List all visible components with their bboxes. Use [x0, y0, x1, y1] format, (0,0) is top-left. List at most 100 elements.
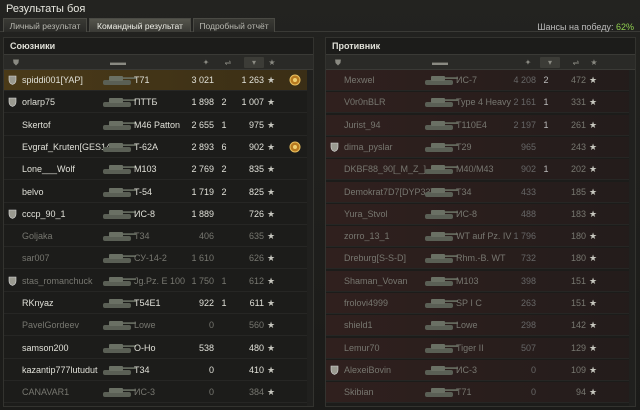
star-icon: ★ — [267, 275, 276, 286]
table-row[interactable]: V0r0nBLR Type 4 Heavy 2 161 1 331 ★ — [326, 92, 635, 114]
xp-value: 243 — [570, 141, 586, 152]
table-row[interactable]: zorro_13_1 WT auf Pz. IV 1 796 180 ★ — [326, 226, 635, 248]
sort-tank-button[interactable]: ▬▬ — [430, 57, 450, 68]
sort-xp-button[interactable]: ⇌ — [566, 57, 586, 68]
tank-silhouette-icon — [100, 185, 138, 199]
table-row[interactable]: dima_pyslar T29 965 243 ★ — [326, 136, 635, 158]
sort-xp-button[interactable]: ▾ — [244, 57, 264, 68]
sort-platoon-button[interactable]: ⛊ — [6, 57, 26, 68]
star-icon: ★ — [267, 186, 276, 197]
star-icon: ★ — [589, 75, 598, 85]
sort-damage-button[interactable]: ✦ — [518, 57, 538, 68]
sort-frags-button[interactable]: ▾ — [540, 57, 560, 68]
frags-value — [218, 75, 230, 86]
star-icon: ★ — [267, 320, 276, 331]
player-name: Dreburg[S-S-D] — [344, 253, 407, 264]
damage-value: 538 — [198, 342, 214, 353]
frags-value — [540, 320, 552, 331]
xp-value: 902 — [248, 141, 264, 152]
table-row[interactable]: frolovi4999 SP I C 263 151 ★ — [326, 293, 635, 314]
sort-tank-button[interactable]: ▬▬ — [108, 57, 128, 68]
allies-panel: Союзники ⛊ ▬▬ ✦ ⇌ ▾ ★ spiddi001[YAP] T71 3… — [3, 37, 314, 407]
table-row[interactable]: AlexeiBovin ИС-3 0 109 ★ — [326, 359, 635, 381]
sort-star-button[interactable]: ★ — [262, 57, 282, 68]
table-row[interactable]: Yura_Stvol ИС-8 488 183 ★ — [326, 203, 635, 225]
player-name: belvo — [22, 186, 44, 197]
enemies-scrollbar[interactable] — [629, 70, 635, 406]
table-row[interactable]: cccp_90_1 ИС-8 1 889 726 ★ — [4, 204, 313, 225]
frags-value — [218, 387, 230, 398]
tab-personal-result[interactable]: Личный результат — [3, 18, 87, 32]
tank-name: Lowe — [134, 320, 156, 331]
table-row[interactable]: DKBF88_90[_M_Z_] M40/M43 902 1 202 ★ — [326, 159, 635, 181]
xp-value: 612 — [248, 275, 264, 286]
table-row[interactable]: Lemur70 Tiger II 507 129 ★ — [326, 337, 635, 359]
tank-silhouette-icon — [100, 95, 138, 109]
window-title: Результаты боя — [6, 3, 86, 15]
table-row[interactable]: Shaman_Vovan M103 398 151 ★ — [326, 270, 635, 292]
platoon-shield-icon — [8, 164, 18, 175]
tank-silhouette-icon — [100, 140, 138, 154]
star-icon: ★ — [589, 186, 598, 197]
table-row[interactable]: samson200 O-Ho 538 480 ★ — [4, 338, 313, 359]
table-row[interactable]: orlarp75 ПТТБ 1 898 2 1 007 ★ — [4, 92, 313, 114]
sort-damage-button[interactable]: ✦ — [196, 57, 216, 68]
tank-name: T34 — [456, 186, 472, 197]
tank-name: T-62A — [134, 141, 159, 152]
table-row[interactable]: kazantip777lutudut T34 0 410 ★ — [4, 360, 313, 381]
player-name: zorro_13_1 — [344, 231, 390, 242]
sort-star-button[interactable]: ★ — [584, 57, 604, 68]
table-row[interactable]: Evgraf_Kruten[GES14] T-62A 2 893 6 902 ★ — [4, 137, 313, 158]
battle-results-window: Результаты боя Личный результат Командны… — [0, 0, 640, 410]
sort-platoon-button[interactable]: ⛊ — [328, 57, 348, 68]
damage-value: 0 — [208, 364, 214, 375]
player-name: RKnyaz — [22, 298, 54, 308]
table-row[interactable]: Lone___Wolf M103 2 769 2 835 ★ — [4, 159, 313, 181]
table-row[interactable]: PavelGordeev Lowe 0 560 ★ — [4, 315, 313, 337]
platoon-shield-icon — [8, 387, 18, 398]
tank-silhouette-icon — [422, 296, 460, 310]
table-row[interactable]: spiddi001[YAP] T71 3 021 1 263 ★ — [4, 70, 313, 91]
table-row[interactable]: Skibian T71 0 94 ★ — [326, 382, 635, 404]
table-row[interactable]: shield1 Lowe 298 142 ★ — [326, 315, 635, 337]
platoon-shield-icon — [330, 320, 340, 331]
platoon-shield-icon — [330, 75, 340, 86]
table-row[interactable]: Demokrat7D7[DYP33] T34 433 185 ★ — [326, 181, 635, 203]
xp-value: 185 — [570, 186, 586, 197]
player-name: shield1 — [344, 320, 373, 331]
tank-name: T71 — [134, 75, 150, 85]
medal-icon — [288, 73, 302, 87]
table-row[interactable]: Jurist_94 T110E4 2 197 1 261 ★ — [326, 114, 635, 136]
table-row[interactable]: RKnyaz T54E1 922 1 611 ★ — [4, 293, 313, 314]
tank-name: T54E1 — [134, 298, 161, 308]
win-chance: Шансы на победу: 62% — [537, 22, 634, 32]
sort-frags-button[interactable]: ⇌ — [218, 57, 238, 68]
medal-icon — [288, 140, 302, 154]
tank-name: M103 — [456, 275, 479, 286]
player-name: PavelGordeev — [22, 320, 80, 331]
player-name: Skibian — [344, 387, 374, 398]
star-icon: ★ — [267, 364, 276, 375]
xp-value: 151 — [570, 275, 586, 286]
table-row[interactable]: CANAVAR1 ИС-3 0 384 ★ — [4, 382, 313, 404]
tank-name: Jg.Pz. E 100 — [134, 275, 186, 286]
xp-value: 825 — [248, 186, 264, 197]
enemies-title: Противник — [332, 41, 381, 51]
frags-value: 1 — [543, 164, 549, 175]
star-icon: ★ — [589, 364, 598, 375]
xp-value: 142 — [570, 320, 586, 331]
table-row[interactable]: Mexwel ИС-7 4 208 2 472 ★ — [326, 70, 635, 91]
table-row[interactable]: sar007 СУ-14-2 1 610 626 ★ — [4, 248, 313, 270]
tab-team-result[interactable]: Командный результат — [89, 18, 191, 32]
tab-detailed-report[interactable]: Подробный отчёт — [193, 18, 275, 32]
table-row[interactable]: Goljaka T34 406 635 ★ — [4, 226, 313, 248]
frags-value — [218, 231, 230, 242]
table-row[interactable]: belvo T-54 1 719 2 825 ★ — [4, 182, 313, 203]
table-row[interactable]: Skertof M46 Patton 2 655 1 975 ★ — [4, 115, 313, 136]
table-row[interactable]: Dreburg[S-S-D] Rhm.-B. WT 732 180 ★ — [326, 248, 635, 270]
tank-silhouette-icon — [100, 229, 138, 243]
player-name: spiddi001[YAP] — [22, 75, 83, 85]
allies-scrollbar[interactable] — [307, 70, 313, 406]
table-row[interactable]: stas_romanchuck Jg.Pz. E 100 1 750 1 612 ★ — [4, 271, 313, 292]
star-icon: ★ — [589, 208, 598, 219]
